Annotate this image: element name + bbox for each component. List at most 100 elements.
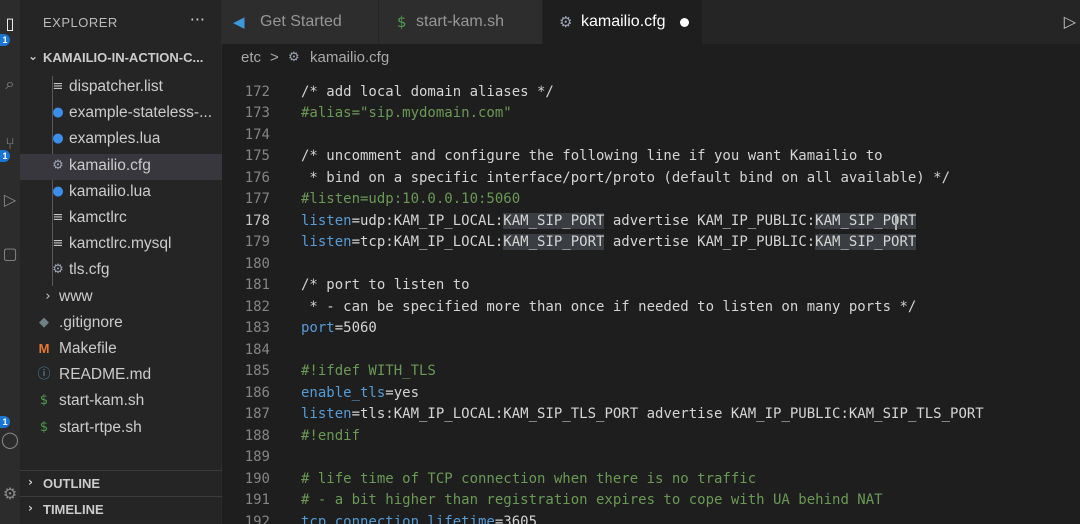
code-token: =tcp:KAM_IP_LOCAL: <box>351 234 504 250</box>
code-line: 183 port=5060 <box>222 318 1080 340</box>
code-line: 191 # - a bit higher than registration ex… <box>222 490 1080 512</box>
file-tree-item[interactable]: ● example-stateless-... <box>20 101 222 127</box>
line-number: 189 <box>244 449 270 465</box>
file-type-icon: ≡ <box>52 210 64 225</box>
file-tree-item[interactable]: ⚙ kamailio.cfg <box>20 153 222 180</box>
code-line: 181 /* port to listen to <box>222 275 1080 297</box>
folder-root[interactable]: ⌄ KAMAILIO-IN-ACTION-C... <box>20 45 222 71</box>
file-tree-item[interactable]: ≡ dispatcher.list <box>20 75 222 101</box>
code-line: 180 <box>222 254 1080 276</box>
file-type-icon: › <box>45 288 51 304</box>
code-token: tcp_connection_lifetime <box>301 513 495 524</box>
code-editor[interactable]: 171 172 /* add local domain aliases */ 173… <box>222 70 1080 524</box>
file-tree-item[interactable]: $ start-kam.sh <box>20 389 222 415</box>
code-token: * bind on a specific interface/port/prot… <box>301 169 951 186</box>
gear-icon: ⚙ <box>288 50 300 65</box>
breadcrumb-folder[interactable]: etc <box>241 49 261 66</box>
line-number: 175 <box>244 148 270 164</box>
timeline-label: TIMELINE <box>43 502 104 517</box>
tab-kamailio-cfg[interactable]: ⚙ kamailio.cfg <box>543 0 703 44</box>
outline-section[interactable]: › OUTLINE <box>20 470 222 496</box>
code-line: 187 listen=tls:KAM_IP_LOCAL:KAM_SIP_TLS_P… <box>222 404 1080 426</box>
code-line: 186 enable_tls=yes <box>222 383 1080 405</box>
file-type-icon: ● <box>52 183 64 199</box>
code-text: #!ifdef WITH_TLS <box>301 361 436 383</box>
line-number: 183 <box>244 320 270 336</box>
run-icon[interactable]: ▷ <box>1064 12 1076 31</box>
code-token: /* port to listen to <box>301 277 470 293</box>
tab-get-started[interactable]: ◀ Get Started <box>222 0 379 44</box>
gear-icon: ⚙ <box>559 13 573 31</box>
files-icon[interactable]: ▯ <box>0 14 20 34</box>
file-tree-item[interactable]: ● examples.lua <box>20 127 222 153</box>
line-number: 184 <box>244 341 270 358</box>
file-tree-label: kamctlrc.mysql <box>69 235 172 253</box>
search-icon[interactable]: ⌕ <box>0 74 20 94</box>
line-number: 188 <box>244 427 270 444</box>
tab-start-kam[interactable]: $ start-kam.sh <box>379 0 543 44</box>
account-badge: 1 <box>0 416 10 428</box>
line-number: 176 <box>244 169 270 186</box>
code-token: #!ifdef WITH_TLS <box>301 363 436 379</box>
code-text: * bind on a specific interface/port/prot… <box>301 168 950 190</box>
unsaved-dot-icon[interactable] <box>680 18 689 27</box>
file-tree-label: start-kam.sh <box>59 392 145 410</box>
file-type-icon: $ <box>39 393 49 409</box>
code-token: =tls:KAM_IP_LOCAL:KAM_SIP_TLS_PORT adver… <box>351 406 984 422</box>
line-number: 177 <box>244 191 270 207</box>
breadcrumb-file[interactable]: kamailio.cfg <box>310 49 389 66</box>
code-line: 172 /* add local domain aliases */ <box>222 82 1080 104</box>
more-actions-icon[interactable]: ··· <box>190 10 205 29</box>
file-tree-item[interactable]: ≡ kamctlrc <box>20 206 222 232</box>
code-token: =5060 <box>334 320 377 336</box>
explorer-badge: 1 <box>0 34 10 46</box>
file-type-icon: ⓘ <box>37 367 51 383</box>
line-number: 186 <box>244 384 270 401</box>
file-type-icon: ⚙ <box>52 157 64 173</box>
timeline-section[interactable]: › TIMELINE <box>20 496 222 522</box>
file-tree-item[interactable]: $ start-rtpe.sh <box>20 416 222 442</box>
code-text: listen=tcp:KAM_IP_LOCAL:KAM_SIP_PORT adv… <box>301 232 917 254</box>
source-control-badge: 1 <box>0 150 10 162</box>
file-tree-item[interactable]: ≡ kamctlrc.mysql <box>20 232 222 258</box>
extensions-icon[interactable]: ▢ <box>0 244 20 264</box>
code-token: advertise KAM_IP_PUBLIC: <box>604 212 816 229</box>
run-debug-icon[interactable]: ▷ <box>0 190 20 210</box>
line-number: 171 <box>222 70 270 78</box>
code-token: #listen=udp:10.0.0.10:5060 <box>301 191 521 207</box>
file-tree-label: dispatcher.list <box>69 78 163 95</box>
code-line: 171 <box>222 70 1080 78</box>
file-tree-item[interactable]: M Makefile <box>20 337 222 363</box>
breadcrumb-separator: > <box>270 49 279 66</box>
code-text: tcp_connection_lifetime=3605 <box>301 512 537 524</box>
account-icon[interactable]: ◯ <box>0 430 20 450</box>
file-type-icon: ● <box>52 105 64 121</box>
file-type-icon: ≡ <box>52 236 64 252</box>
line-number: 187 <box>244 406 270 422</box>
line-number: 178 <box>244 212 270 229</box>
code-line: 175 /* uncomment and configure the follow… <box>222 146 1080 168</box>
code-token: KAM_SIP_PORT <box>503 234 605 250</box>
chevron-down-icon: ⌄ <box>28 49 39 63</box>
file-tree-item[interactable]: ● kamailio.lua <box>20 180 222 206</box>
line-number: 180 <box>244 255 270 272</box>
chevron-right-icon: › <box>28 501 33 515</box>
code-text: /* add local domain aliases */ <box>301 82 554 104</box>
code-token: * - can be specified more than once if n… <box>301 298 917 315</box>
file-type-icon: ◆ <box>39 314 49 330</box>
file-type-icon: ≡ <box>52 79 64 94</box>
file-tree-item[interactable]: ⚙ tls.cfg <box>20 258 222 284</box>
code-text: # life time of TCP connection when there… <box>301 469 756 491</box>
file-tree-item[interactable]: › www <box>20 285 222 311</box>
code-token: enable_tls <box>301 384 386 401</box>
chevron-right-icon: › <box>28 475 33 489</box>
line-number: 192 <box>244 513 270 524</box>
settings-icon[interactable]: ⚙ <box>0 484 20 504</box>
file-tree-item[interactable]: ◆ .gitignore <box>20 311 222 337</box>
line-number: 172 <box>244 83 270 100</box>
file-tree-item[interactable]: ⓘ README.md <box>20 363 222 389</box>
line-number: 185 <box>244 363 270 379</box>
file-type-icon: ⚙ <box>52 262 64 278</box>
code-line: 176 * bind on a specific interface/port/… <box>222 168 1080 190</box>
code-token: #!endif <box>301 427 361 444</box>
